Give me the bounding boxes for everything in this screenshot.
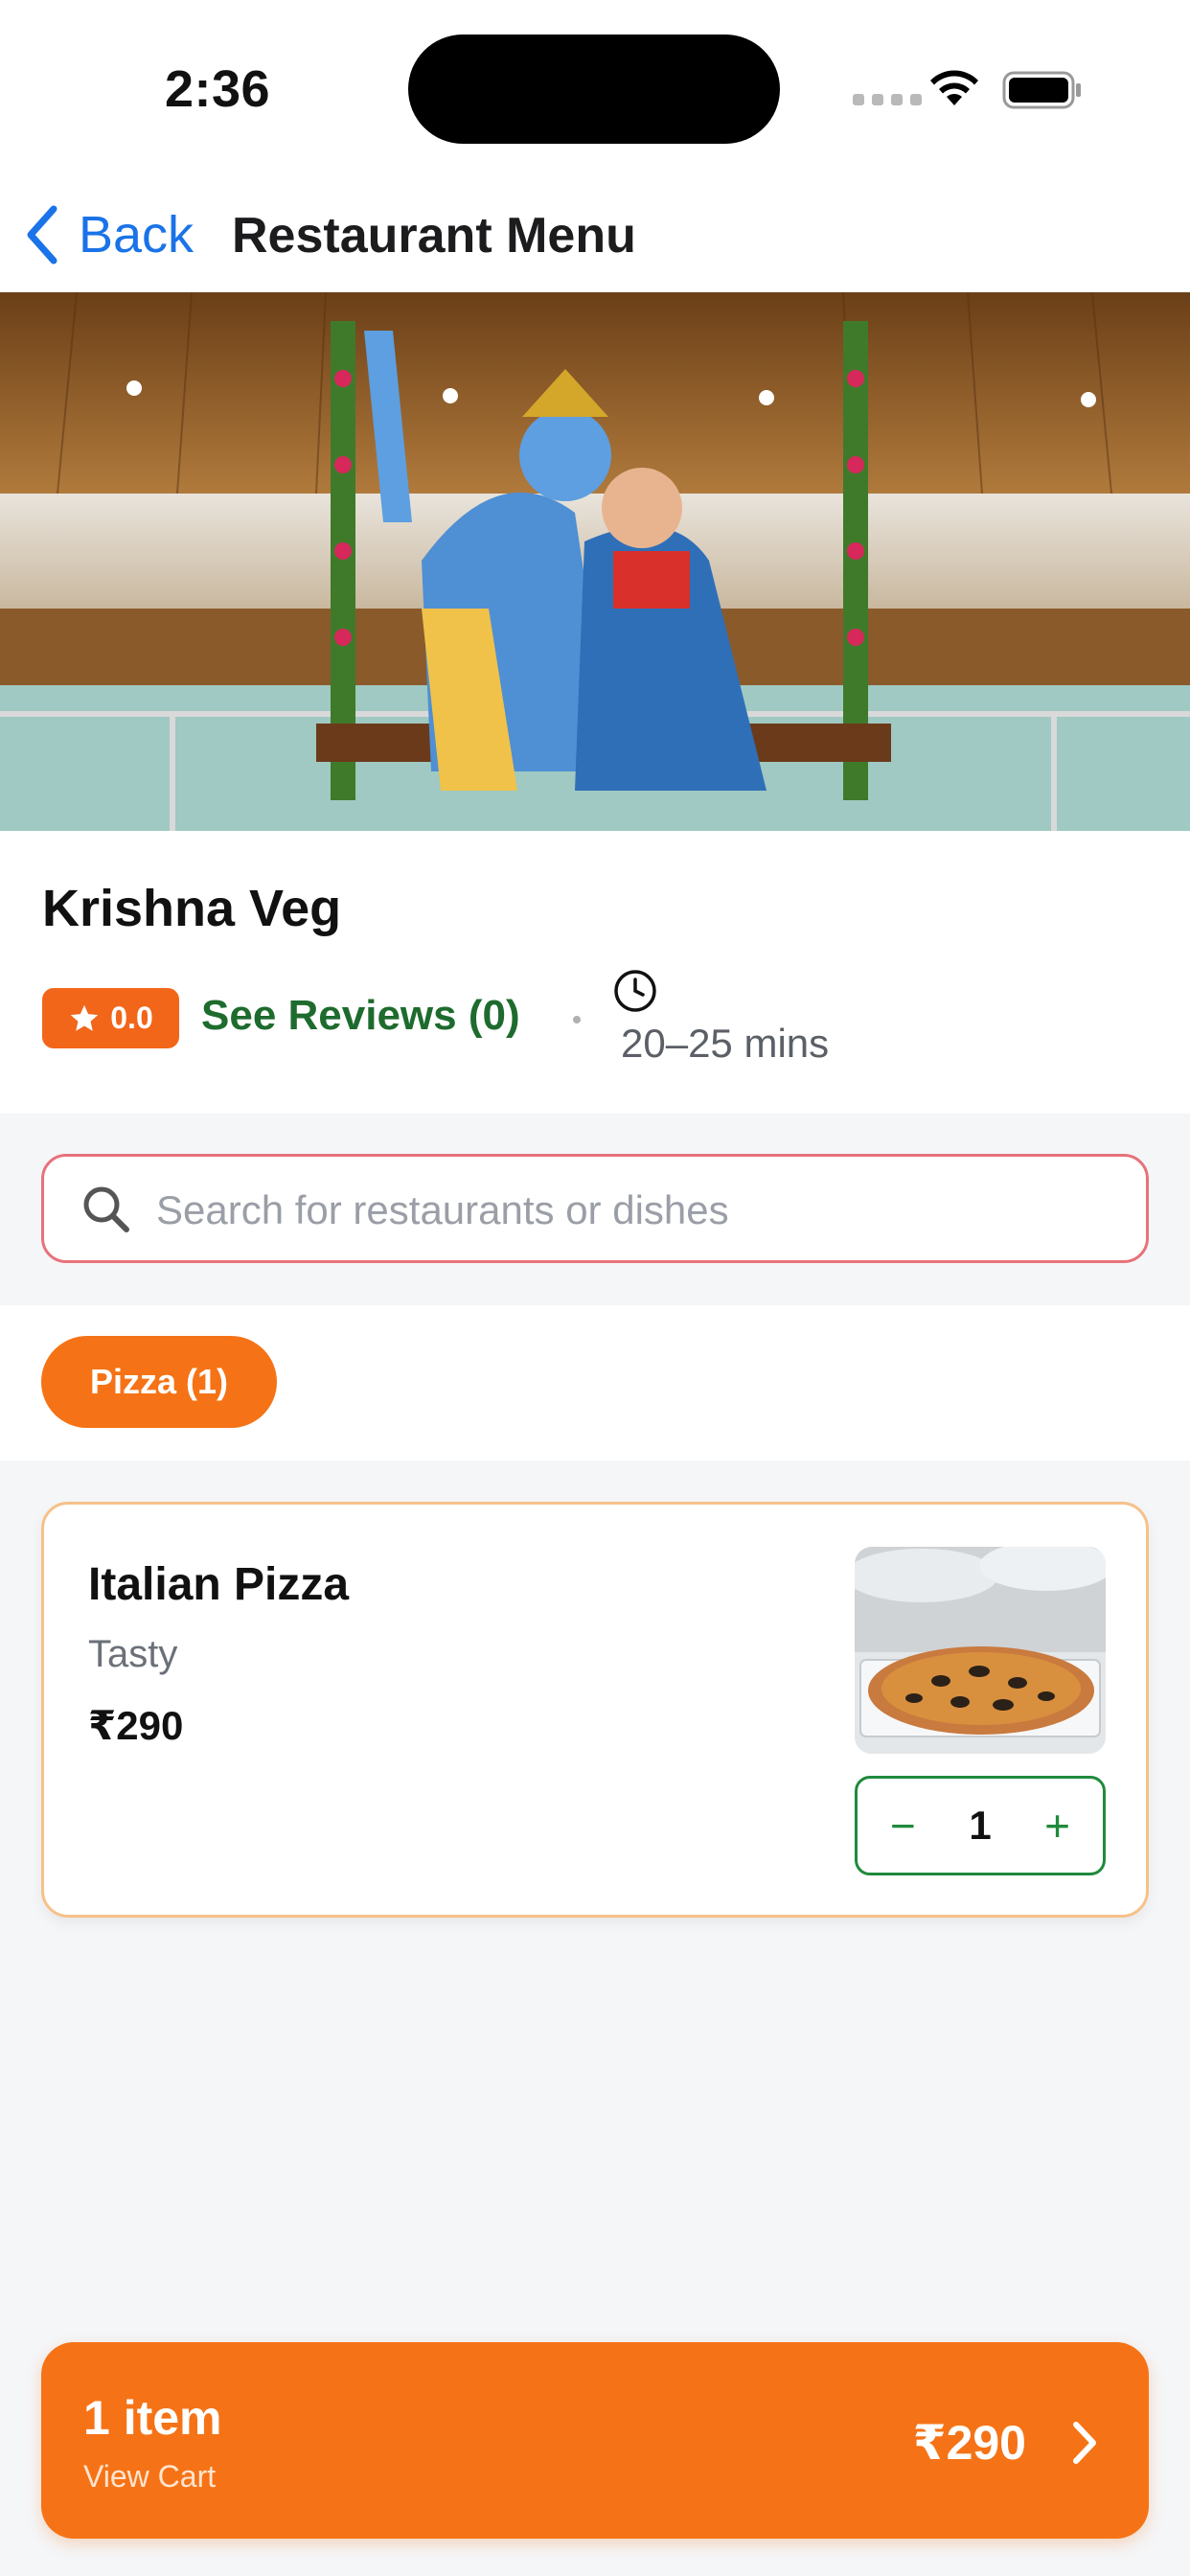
decrement-button[interactable]: − bbox=[890, 1804, 916, 1848]
star-icon bbox=[71, 1004, 99, 1031]
delivery-time: 20–25 mins bbox=[621, 1021, 830, 1066]
menu-item-name: Italian Pizza bbox=[88, 1559, 350, 1610]
battery-icon bbox=[1002, 71, 1081, 109]
category-chip-pizza[interactable]: Pizza (1) bbox=[41, 1336, 277, 1428]
quantity-stepper: − 1 + bbox=[855, 1776, 1106, 1875]
menu-item-image bbox=[855, 1547, 1106, 1754]
back-button[interactable]: Back bbox=[23, 201, 194, 268]
navigation-bar: Back Restaurant Menu bbox=[0, 172, 1190, 292]
rating-value: 0.0 bbox=[110, 1000, 153, 1035]
chevron-right-icon bbox=[1073, 2422, 1096, 2464]
clock-icon bbox=[614, 970, 656, 1012]
restaurant-name: Krishna Veg bbox=[42, 880, 342, 937]
see-reviews-link[interactable]: See Reviews (0) bbox=[201, 992, 520, 1040]
category-tabs: Pizza (1) bbox=[0, 1305, 1190, 1460]
cart-item-count: 1 item bbox=[83, 2391, 222, 2445]
search-section bbox=[0, 1114, 1190, 1305]
wifi-icon bbox=[930, 70, 978, 105]
back-label: Back bbox=[79, 206, 195, 264]
menu-item-price: ₹290 bbox=[88, 1703, 184, 1748]
separator-dot bbox=[573, 1016, 581, 1024]
page-title: Restaurant Menu bbox=[232, 208, 636, 264]
status-time: 2:36 bbox=[165, 60, 271, 118]
chevron-left-icon bbox=[27, 205, 57, 264]
restaurant-hero-image bbox=[0, 292, 1190, 831]
increment-button[interactable]: + bbox=[1044, 1804, 1070, 1848]
dynamic-island bbox=[408, 34, 780, 144]
search-input[interactable] bbox=[156, 1182, 1114, 1239]
search-box[interactable] bbox=[41, 1154, 1149, 1263]
status-bar: 2:36 bbox=[0, 0, 1190, 172]
rating-badge: 0.0 bbox=[42, 988, 179, 1048]
cart-total: ₹290 bbox=[912, 2416, 1026, 2470]
quantity-value: 1 bbox=[969, 1803, 992, 1848]
menu-item-card: Italian Pizza Tasty ₹290 − 1 + bbox=[41, 1502, 1149, 1918]
cellular-signal-icon bbox=[853, 94, 922, 105]
view-cart-button[interactable]: 1 item View Cart ₹290 bbox=[41, 2342, 1149, 2539]
menu-item-description: Tasty bbox=[88, 1633, 178, 1675]
view-cart-label: View Cart bbox=[83, 2459, 217, 2494]
search-icon bbox=[83, 1186, 129, 1232]
restaurant-info: Krishna Veg 0.0 See Reviews (0) 20–25 mi… bbox=[0, 831, 1190, 1114]
